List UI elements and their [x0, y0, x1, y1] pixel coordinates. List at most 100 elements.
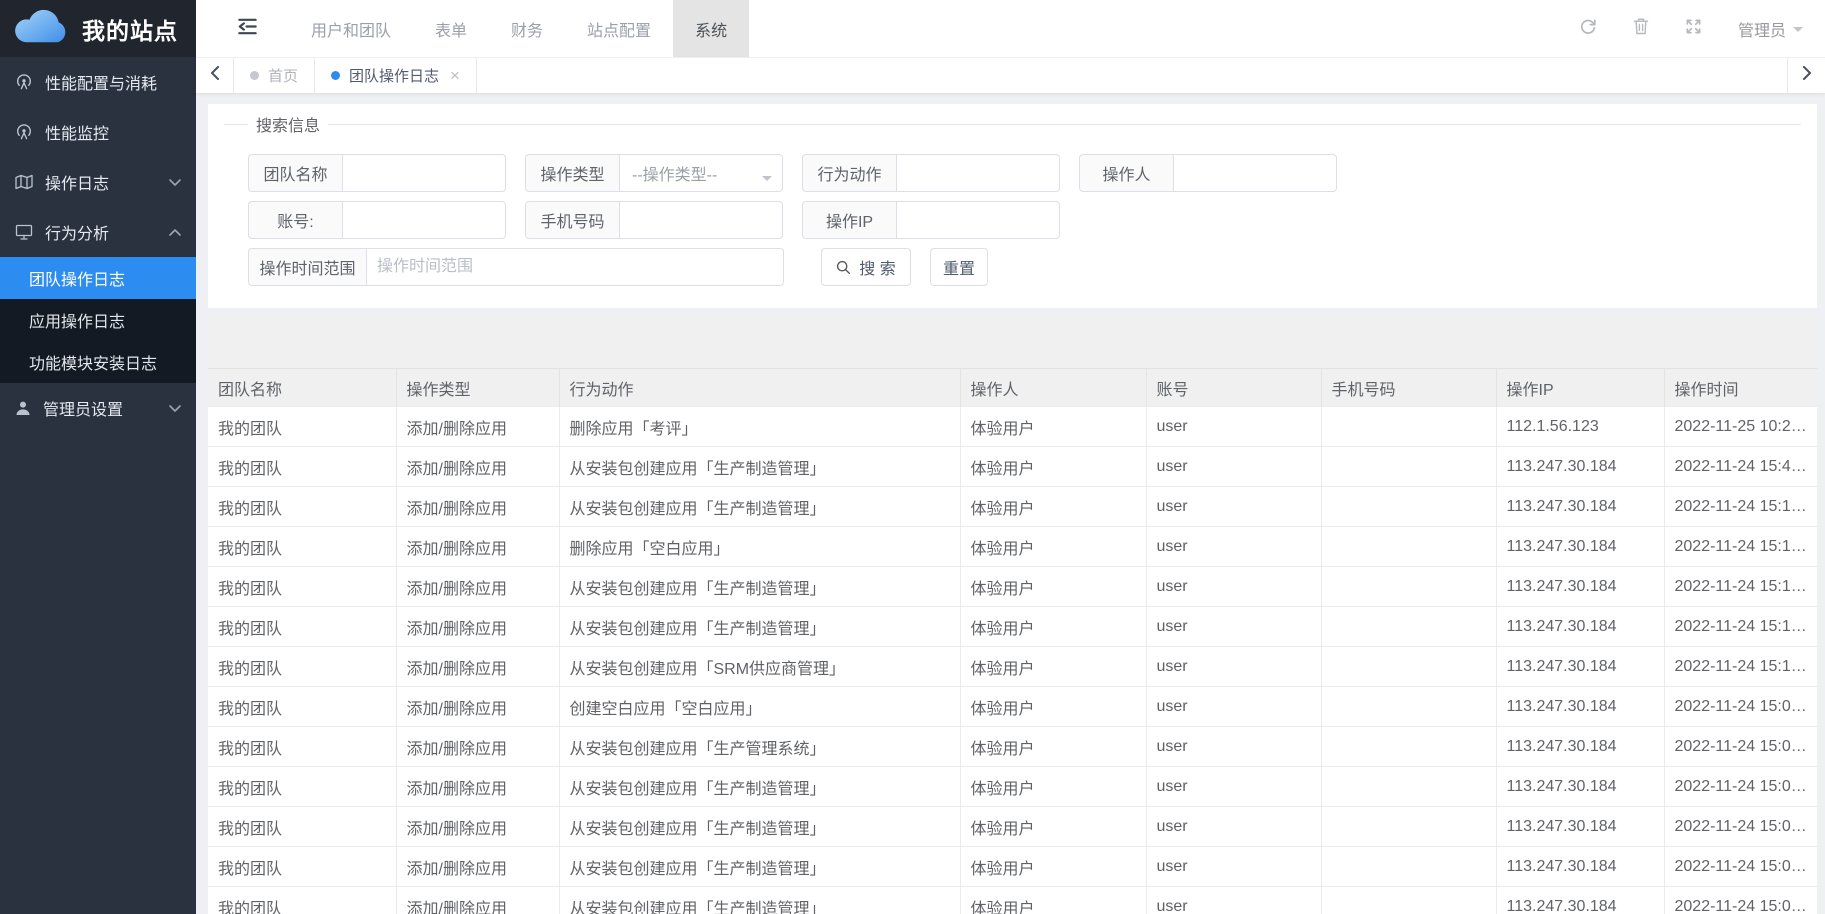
cell-ip: 113.247.30.184 [1496, 607, 1664, 647]
nav-item-forms[interactable]: 表单 [413, 0, 489, 57]
sidebar-item-app-operation-log[interactable]: 应用操作日志 [0, 299, 196, 341]
trash-button[interactable] [1633, 17, 1649, 40]
action-input[interactable] [896, 154, 1060, 192]
log-table: 团队名称操作类型行为动作操作人账号手机号码操作IP操作时间 我的团队添加/删除应… [208, 368, 1817, 914]
tab-close-icon[interactable]: × [450, 67, 460, 84]
tab-team-operation-log[interactable]: 团队操作日志 × [315, 58, 477, 93]
sidebar-item-admin-settings[interactable]: 管理员设置 [0, 383, 196, 433]
sidebar-item-behavior-analysis[interactable]: 行为分析 [0, 207, 196, 257]
tabs-container: 首页 团队操作日志 × [234, 58, 477, 93]
time-range-label: 操作时间范围 [248, 248, 366, 286]
trash-icon [1633, 17, 1649, 40]
cell-team-name: 我的团队 [208, 567, 396, 607]
op-type-label: 操作类型 [525, 154, 619, 192]
cell-team-name: 我的团队 [208, 887, 396, 914]
search-row-2: 账号: 手机号码 操作IP [248, 201, 1801, 239]
op-type-field: 操作类型 --操作类型-- [525, 154, 783, 192]
table-row: 我的团队添加/删除应用从安装包创建应用「生产制造管理」体验用户user113.2… [208, 887, 1817, 914]
cell-time: 2022-11-24 15:45:42 [1664, 447, 1817, 487]
fullscreen-button[interactable] [1685, 18, 1702, 40]
table-header-row: 团队名称操作类型行为动作操作人账号手机号码操作IP操作时间 [208, 369, 1817, 407]
ip-input[interactable] [896, 201, 1060, 239]
sidebar-item-label: 管理员设置 [43, 396, 123, 420]
sidebar-item-module-install-log[interactable]: 功能模块安装日志 [0, 341, 196, 383]
cell-action: 删除应用「空白应用」 [559, 527, 960, 567]
op-type-select[interactable]: --操作类型-- [619, 154, 783, 192]
table-row: 我的团队添加/删除应用从安装包创建应用「生产制造管理」体验用户user113.2… [208, 567, 1817, 607]
action-field: 行为动作 [802, 154, 1060, 192]
sidebar-item-label: 性能监控 [45, 120, 109, 144]
column-header-account: 账号 [1146, 369, 1321, 407]
topbar: 用户和团队表单财务站点配置系统 [196, 0, 1825, 57]
search-icon [836, 260, 851, 275]
log-table-panel: 团队名称操作类型行为动作操作人账号手机号码操作IP操作时间 我的团队添加/删除应… [208, 318, 1817, 914]
fullscreen-icon [1685, 18, 1702, 40]
cell-op-type: 添加/删除应用 [396, 527, 559, 567]
sidebar-item-operation-logs[interactable]: 操作日志 [0, 157, 196, 207]
cell-time: 2022-11-24 15:06:28 [1664, 807, 1817, 847]
nav-item-site-config[interactable]: 站点配置 [565, 0, 673, 57]
table-row: 我的团队添加/删除应用从安装包创建应用「生产管理系统」体验用户user113.2… [208, 727, 1817, 767]
tabs-scroll-left-button[interactable] [196, 58, 234, 93]
sidebar-item-label: 行为分析 [45, 220, 109, 244]
cell-account: user [1146, 407, 1321, 447]
cell-account: user [1146, 687, 1321, 727]
cell-op-type: 添加/删除应用 [396, 807, 559, 847]
team-name-input[interactable] [342, 154, 506, 192]
cell-action: 从安装包创建应用「生产制造管理」 [559, 447, 960, 487]
tab-label: 团队操作日志 [349, 65, 439, 86]
phone-input[interactable] [619, 201, 783, 239]
nav-item-finance[interactable]: 财务 [489, 0, 565, 57]
cell-op-type: 添加/删除应用 [396, 887, 559, 914]
chevron-up-icon [169, 229, 181, 236]
column-header-time: 操作时间 [1664, 369, 1817, 407]
cell-operator: 体验用户 [960, 767, 1146, 807]
nav-item-users-teams[interactable]: 用户和团队 [289, 0, 413, 57]
cell-account: user [1146, 727, 1321, 767]
cell-ip: 113.247.30.184 [1496, 727, 1664, 767]
cell-action: 从安装包创建应用「SRM供应商管理」 [559, 647, 960, 687]
collapse-sidebar-button[interactable] [236, 0, 259, 57]
op-type-selected-value: --操作类型-- [632, 161, 717, 185]
map-icon [15, 174, 33, 190]
sidebar-item-perf-monitor[interactable]: 性能监控 [0, 107, 196, 157]
cell-account: user [1146, 487, 1321, 527]
search-button-label: 搜 索 [859, 255, 895, 279]
refresh-button[interactable] [1579, 17, 1597, 40]
search-button[interactable]: 搜 索 [821, 248, 911, 286]
operator-label: 操作人 [1079, 154, 1173, 192]
column-header-team-name: 团队名称 [208, 369, 396, 407]
time-range-input[interactable] [366, 248, 784, 286]
cell-account: user [1146, 767, 1321, 807]
cell-operator: 体验用户 [960, 727, 1146, 767]
cell-team-name: 我的团队 [208, 727, 396, 767]
cell-action: 从安装包创建应用「生产制造管理」 [559, 807, 960, 847]
nav-item-system[interactable]: 系统 [673, 0, 749, 57]
content-area: 搜索信息 团队名称 操作类型 --操作类型-- [196, 94, 1825, 914]
topbar-actions: 管理员 [1579, 0, 1825, 57]
refresh-icon [1579, 17, 1597, 40]
operator-input[interactable] [1173, 154, 1337, 192]
sidebar: 我的站点 性能配置与消耗性能监控操作日志行为分析团队操作日志应用操作日志功能模块… [0, 0, 196, 914]
cell-action: 从安装包创建应用「生产制造管理」 [559, 887, 960, 914]
column-header-phone: 手机号码 [1321, 369, 1496, 407]
reset-button[interactable]: 重置 [930, 248, 988, 286]
signal-icon [15, 123, 33, 141]
chevron-right-icon [1802, 66, 1812, 85]
cell-team-name: 我的团队 [208, 847, 396, 887]
cell-op-type: 添加/删除应用 [396, 727, 559, 767]
submenu-behavior-analysis: 团队操作日志应用操作日志功能模块安装日志 [0, 257, 196, 383]
table-row: 我的团队添加/删除应用删除应用「空白应用」体验用户user113.247.30.… [208, 527, 1817, 567]
tabs-scroll-right-button[interactable] [1787, 58, 1825, 93]
cell-team-name: 我的团队 [208, 607, 396, 647]
tabbar: 首页 团队操作日志 × [196, 57, 1825, 94]
table-row: 我的团队添加/删除应用从安装包创建应用「SRM供应商管理」体验用户user113… [208, 647, 1817, 687]
user-menu[interactable]: 管理员 [1738, 17, 1803, 41]
cell-team-name: 我的团队 [208, 807, 396, 847]
cell-account: user [1146, 567, 1321, 607]
account-input[interactable] [342, 201, 506, 239]
sidebar-item-perf-config[interactable]: 性能配置与消耗 [0, 57, 196, 107]
tab-home[interactable]: 首页 [234, 58, 315, 93]
sidebar-item-team-operation-log[interactable]: 团队操作日志 [0, 257, 196, 299]
site-logo[interactable]: 我的站点 [0, 0, 196, 57]
